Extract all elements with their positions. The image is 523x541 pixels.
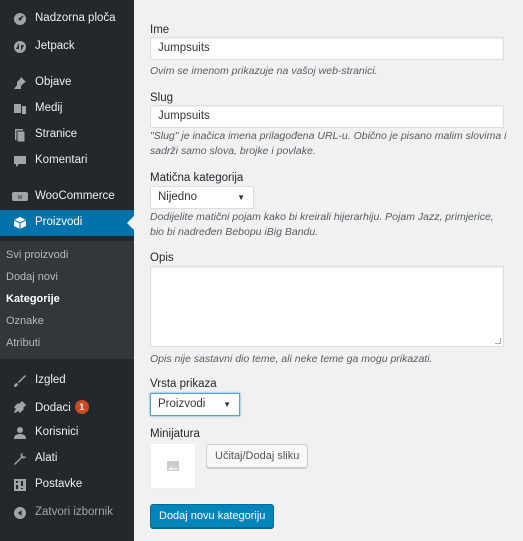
display-type-label: Vrsta prikaza xyxy=(150,378,217,390)
submenu-item-add-new[interactable]: Dodaj novi xyxy=(6,271,58,283)
update-count-badge: 1 xyxy=(74,400,89,414)
active-arrow xyxy=(127,216,134,230)
menu-separator xyxy=(0,178,134,179)
menu-item-posts[interactable]: Objave xyxy=(0,70,134,96)
menu-item-appearance[interactable]: Izgled xyxy=(0,368,134,394)
collapse-icon xyxy=(12,505,28,521)
products-submenu: Svi proizvodi Dodaj novi Kategorije Ozna… xyxy=(0,241,134,359)
settings-icon xyxy=(12,477,28,493)
slug-input[interactable]: Jumpsuits xyxy=(150,105,504,128)
parent-category-description: Dodijelite matični pojam kako bi kreiral… xyxy=(150,211,494,238)
display-type-select[interactable]: Proizvodi ▼ xyxy=(150,393,240,416)
plugins-label: Dodaci xyxy=(35,402,71,414)
menu-label: Medij xyxy=(35,102,63,114)
name-input[interactable]: Jumpsuits xyxy=(150,37,504,60)
slug-label: Slug xyxy=(150,92,174,104)
jetpack-icon xyxy=(12,39,28,55)
menu-label: Dodaci 1 xyxy=(35,400,89,414)
display-type-value: Proizvodi xyxy=(158,398,206,410)
pages-icon xyxy=(12,127,28,143)
menu-label: Jetpack xyxy=(35,40,75,52)
menu-item-media[interactable]: Medij xyxy=(0,96,134,122)
appearance-icon xyxy=(12,373,28,389)
admin-sidebar: Nadzorna ploča Jetpack Objave Medij Stra… xyxy=(0,0,134,541)
description-textarea[interactable] xyxy=(150,266,504,347)
resize-grip-icon[interactable] xyxy=(495,338,501,344)
submenu-item-attributes[interactable]: Atributi xyxy=(6,337,40,349)
menu-item-plugins[interactable]: Dodaci 1 xyxy=(0,394,134,420)
add-category-form: Ime Jumpsuits Ovim se imenom prikazuje n… xyxy=(134,0,523,541)
description-help: Opis nije sastavni dio teme, ali neke te… xyxy=(150,353,433,365)
menu-label: Proizvodi xyxy=(35,216,83,228)
thumbnail-preview xyxy=(150,443,196,489)
submenu-item-tags[interactable]: Oznake xyxy=(6,315,44,327)
parent-category-select[interactable]: Nijedno ▼ xyxy=(150,186,254,209)
pin-icon xyxy=(12,75,28,91)
parent-category-value: Nijedno xyxy=(158,191,197,203)
menu-item-pages[interactable]: Stranice xyxy=(0,122,134,148)
menu-item-jetpack[interactable]: Jetpack xyxy=(0,34,134,60)
menu-label: WooCommerce xyxy=(35,190,115,202)
menu-label: Stranice xyxy=(35,128,78,140)
slug-description: "Slug" je inačica imena prilagođena URL-… xyxy=(150,130,507,157)
submenu-item-categories[interactable]: Kategorije xyxy=(6,293,60,305)
menu-item-users[interactable]: Korisnici xyxy=(0,420,134,446)
menu-label: Objave xyxy=(35,76,72,88)
thumbnail-label: Minijatura xyxy=(150,428,200,440)
products-icon xyxy=(12,215,28,231)
menu-label: Komentari xyxy=(35,154,88,166)
name-label: Ime xyxy=(150,24,170,36)
dropdown-arrow-icon: ▼ xyxy=(223,400,231,409)
image-placeholder-icon xyxy=(167,461,179,471)
upload-image-button[interactable]: Učitaj/Dodaj sliku xyxy=(206,444,309,468)
tools-icon xyxy=(12,451,28,467)
menu-item-dashboard[interactable]: Nadzorna ploča xyxy=(0,6,134,32)
menu-label: Zatvori izbornik xyxy=(35,506,113,518)
users-icon xyxy=(12,425,28,441)
menu-item-settings[interactable]: Postavke xyxy=(0,472,134,498)
menu-separator xyxy=(0,64,134,65)
menu-label: Alati xyxy=(35,452,58,464)
add-category-button[interactable]: Dodaj novu kategoriju xyxy=(150,504,275,528)
menu-label: Korisnici xyxy=(35,426,79,438)
woocommerce-icon: W xyxy=(12,189,28,205)
menu-item-collapse[interactable]: Zatvori izbornik xyxy=(0,500,134,526)
dropdown-arrow-icon: ▼ xyxy=(237,193,245,202)
menu-item-products[interactable]: Proizvodi xyxy=(0,210,134,236)
menu-item-woocommerce[interactable]: W WooCommerce xyxy=(0,184,134,210)
description-label: Opis xyxy=(150,252,174,264)
menu-label: Nadzorna ploča xyxy=(35,12,116,24)
plugins-icon xyxy=(12,399,28,415)
menu-label: Izgled xyxy=(35,374,66,386)
svg-text:W: W xyxy=(18,195,23,201)
parent-category-label: Matična kategorija xyxy=(150,172,244,184)
submenu-item-all-products[interactable]: Svi proizvodi xyxy=(6,249,68,261)
menu-item-tools[interactable]: Alati xyxy=(0,446,134,472)
menu-item-comments[interactable]: Komentari xyxy=(0,148,134,174)
media-icon xyxy=(12,101,28,117)
comments-icon xyxy=(12,153,28,169)
menu-label: Postavke xyxy=(35,478,83,490)
name-description: Ovim se imenom prikazuje na vašoj web-st… xyxy=(150,65,378,77)
dashboard-icon xyxy=(12,11,28,27)
